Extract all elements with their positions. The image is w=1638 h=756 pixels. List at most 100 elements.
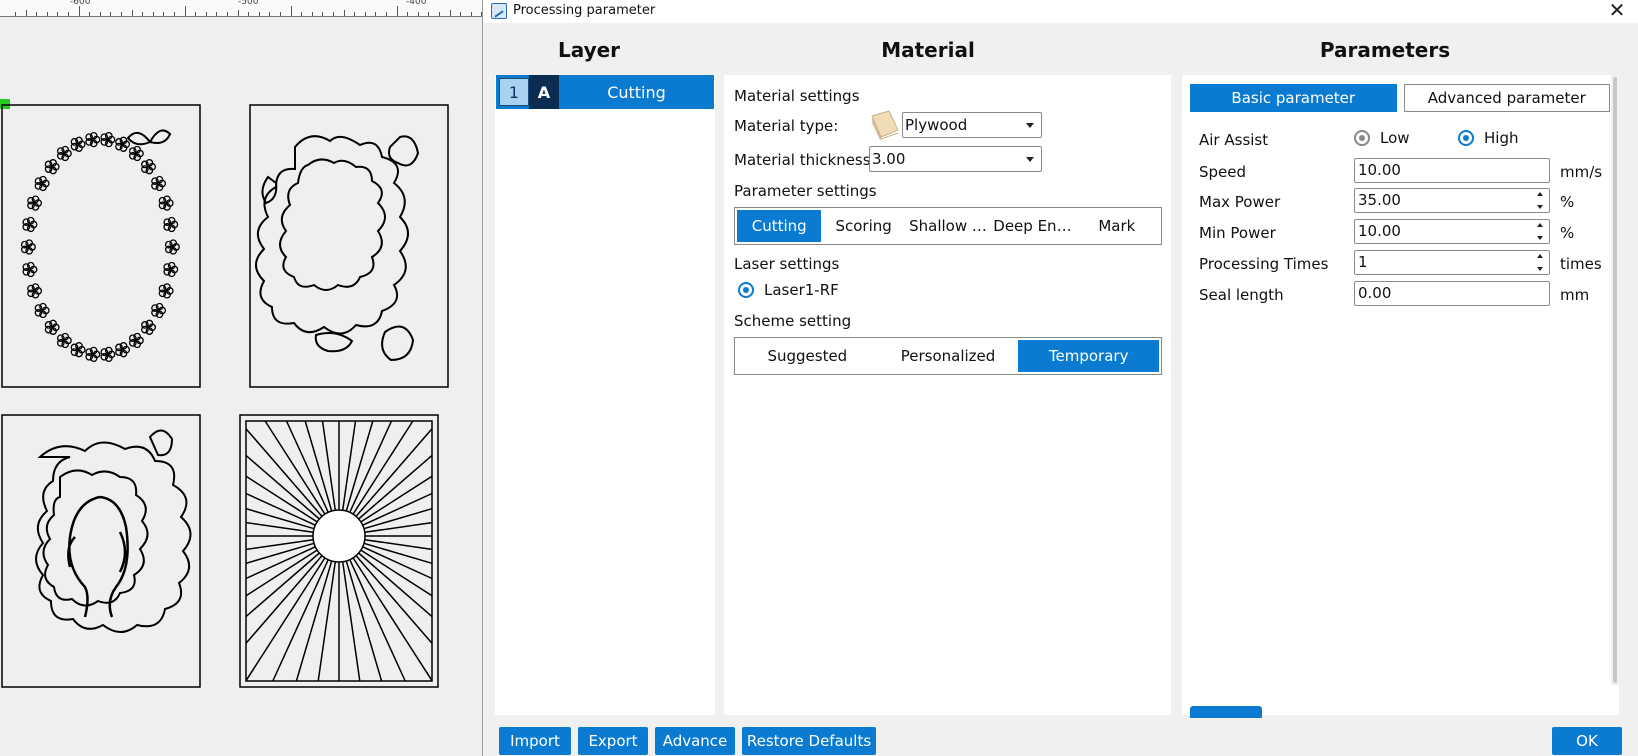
tab-shallow-engraving[interactable]: Shallow … [906, 210, 990, 242]
layer-row[interactable]: 1 A Cutting [496, 75, 714, 109]
design-butterfly-frame[interactable] [249, 104, 449, 388]
processing-times-unit: times [1560, 255, 1602, 273]
design-floral-wreath[interactable] [1, 104, 201, 388]
ruler-tick [195, 12, 197, 16]
processing-times-value: 1 [1358, 253, 1368, 271]
tab-scoring[interactable]: Scoring [821, 210, 905, 242]
flower-motif [128, 145, 144, 162]
min-power-value: 10.00 [1358, 222, 1401, 240]
ruler-tick [121, 12, 122, 16]
sunburst-ray [349, 559, 406, 682]
flower-motif [85, 346, 101, 363]
spinner-icon[interactable] [1537, 222, 1545, 241]
flower-motif [44, 159, 60, 175]
layer-number: 1 [499, 78, 529, 106]
seal-length-unit: mm [1560, 286, 1590, 304]
parameters-column-heading: Parameters [1319, 38, 1451, 62]
ruler-tick [15, 12, 16, 16]
laser-option[interactable]: Laser1-RF [738, 281, 839, 299]
ruler-tick [205, 12, 207, 16]
dialog-titlebar[interactable]: Processing parameter ✕ [483, 0, 1638, 23]
scrollbar-thumb[interactable] [1613, 77, 1617, 683]
radio-unselected-icon[interactable] [1354, 130, 1370, 146]
max-power-label: Max Power [1199, 193, 1281, 211]
air-assist-label: Air Assist [1199, 131, 1269, 149]
material-panel: Material settings Material type: Plywood… [724, 75, 1171, 715]
air-assist-high-option[interactable]: High [1458, 129, 1518, 147]
restore-defaults-button[interactable]: Restore Defaults [742, 727, 876, 755]
import-button[interactable]: Import [499, 727, 571, 755]
flower-motif [34, 302, 50, 319]
chevron-down-icon [1026, 157, 1034, 162]
ruler-tick [280, 12, 281, 16]
radio-selected-icon[interactable] [738, 282, 754, 298]
min-power-label: Min Power [1199, 224, 1276, 242]
sunburst-ray [304, 420, 333, 512]
sunburst-ray [245, 507, 315, 530]
material-thickness-value: 3.00 [872, 150, 906, 168]
ruler-tick [470, 12, 472, 16]
design-canvas[interactable]: -600 -500 -400 [0, 0, 482, 756]
speed-unit: mm/s [1560, 163, 1603, 181]
material-thickness-label: Material thickness: [734, 151, 876, 169]
spinner-icon[interactable] [1537, 191, 1545, 210]
seal-length-input[interactable]: 0.00 [1354, 281, 1550, 306]
ruler-tick [269, 12, 271, 16]
ruler-tick [110, 12, 112, 16]
partially-hidden-button[interactable] [1190, 706, 1262, 718]
ruler-tick [78, 6, 80, 16]
speed-input[interactable]: 10.00 [1354, 158, 1550, 183]
tab-basic-parameter[interactable]: Basic parameter [1190, 84, 1397, 112]
sunburst-ray [345, 420, 374, 512]
close-icon[interactable]: ✕ [1605, 0, 1629, 22]
parameters-scrollbar[interactable] [1611, 75, 1619, 685]
scheme-setting-title: Scheme setting [734, 312, 852, 330]
layer-mode-badge: A [529, 75, 559, 109]
ruler-tick [258, 12, 260, 16]
tab-suggested[interactable]: Suggested [737, 340, 878, 372]
tab-advanced-parameter[interactable]: Advanced parameter [1403, 84, 1610, 112]
air-assist-low-option[interactable]: Low [1354, 129, 1410, 147]
sunburst-ray [363, 542, 433, 565]
ruler-tick [396, 6, 398, 16]
material-thickness-dropdown[interactable]: 3.00 [869, 146, 1042, 172]
advance-button[interactable]: Advance [655, 727, 735, 755]
ruler-tick [152, 12, 154, 16]
sunburst-ray [245, 542, 315, 565]
material-type-value: Plywood [905, 116, 968, 134]
sunburst-ray [272, 559, 329, 682]
flower-motif [70, 342, 86, 358]
flower-motif [141, 319, 157, 335]
tab-cutting[interactable]: Cutting [737, 210, 822, 242]
max-power-input[interactable]: 35.00 [1354, 188, 1550, 213]
sunburst-ray [364, 538, 433, 551]
parameter-type-tabs: Basic parameter Advanced parameter [1190, 84, 1610, 112]
flower-motif [56, 332, 72, 349]
sunburst-ray [264, 420, 326, 515]
speed-value: 10.00 [1358, 161, 1401, 179]
material-type-dropdown[interactable]: Plywood [902, 112, 1042, 138]
min-power-input[interactable]: 10.00 [1354, 219, 1550, 244]
ruler-tick [89, 12, 91, 16]
design-sunburst[interactable] [239, 414, 439, 688]
sunburst-ray [352, 420, 414, 515]
tab-mark[interactable]: Mark [1075, 210, 1159, 242]
export-button[interactable]: Export [578, 727, 648, 755]
ruler-tick [386, 12, 387, 16]
horizontal-ruler: -600 -500 -400 [0, 0, 482, 17]
tab-temporary[interactable]: Temporary [1018, 340, 1160, 372]
spinner-icon[interactable] [1537, 253, 1545, 272]
ruler-tick [417, 12, 419, 16]
ruler-tick [311, 12, 313, 16]
ok-button[interactable]: OK [1552, 727, 1622, 755]
tab-personalized[interactable]: Personalized [878, 340, 1019, 372]
design-mother-child-frame[interactable] [1, 414, 201, 688]
canvas-artwork [1, 104, 449, 688]
ruler-tick [322, 12, 324, 16]
radio-selected-icon[interactable] [1458, 130, 1474, 146]
processing-times-input[interactable]: 1 [1354, 250, 1550, 275]
sunburst-ray [245, 557, 326, 682]
tab-deep-engraving[interactable]: Deep En… [990, 210, 1074, 242]
layer-name: Cutting [607, 82, 666, 102]
speed-label: Speed [1199, 163, 1247, 181]
